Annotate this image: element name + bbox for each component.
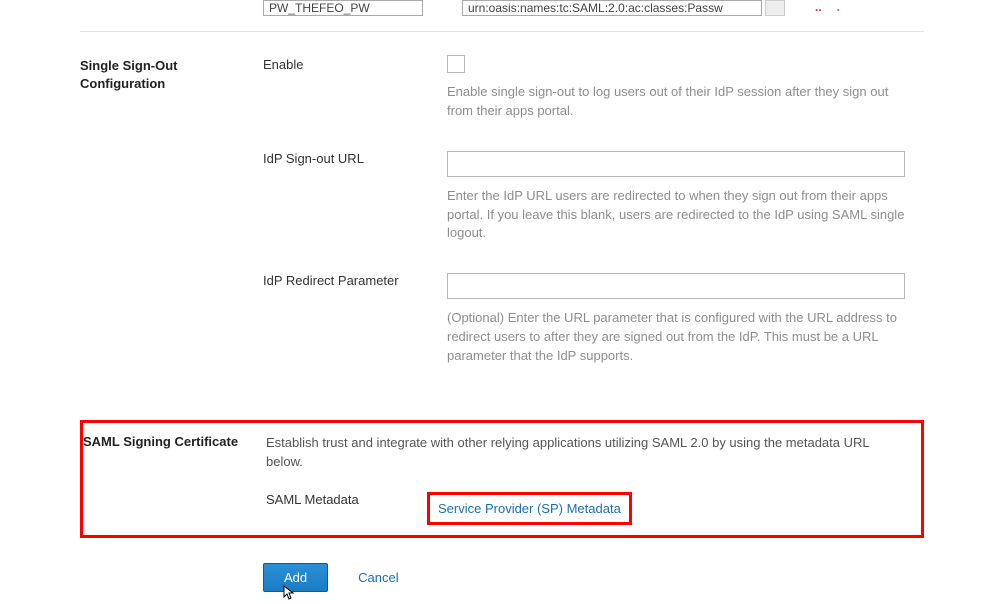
saml-cert-description: Establish trust and integrate with other… — [266, 433, 896, 472]
attribute-name-field[interactable]: PW_THEFEO_PW — [263, 0, 423, 16]
remove-row-icon[interactable]: .. — [815, 0, 822, 14]
idp-redirect-param-input[interactable] — [447, 273, 905, 299]
add-button[interactable]: Add — [263, 563, 328, 592]
add-row-icon[interactable]: . — [837, 0, 840, 14]
form-actions: Add Cancel — [263, 563, 924, 592]
section-title-saml-cert: SAML Signing Certificate — [83, 433, 266, 525]
enable-help-text: Enable single sign-out to log users out … — [447, 83, 907, 121]
idp-signout-url-input[interactable] — [447, 151, 905, 177]
idp-redirect-param-help: (Optional) Enter the URL parameter that … — [447, 309, 907, 366]
saml-metadata-label: SAML Metadata — [266, 492, 450, 507]
idp-redirect-param-label: IdP Redirect Parameter — [263, 273, 447, 288]
idp-signout-url-help: Enter the IdP URL users are redirected t… — [447, 187, 907, 244]
section-divider — [80, 31, 924, 32]
section-title-signout: Single Sign-Out Configuration — [80, 57, 263, 396]
attribute-value-field[interactable]: urn:oasis:names:tc:SAML:2.0:ac:classes:P… — [462, 0, 762, 16]
previous-row-partial: PW_THEFEO_PW urn:oasis:names:tc:SAML:2.0… — [80, 0, 924, 16]
enable-label: Enable — [263, 57, 447, 72]
enable-checkbox[interactable] — [447, 55, 465, 73]
saml-cert-highlight-box: SAML Signing Certificate Establish trust… — [80, 420, 924, 538]
dropdown-toggle-icon[interactable] — [765, 0, 785, 16]
sp-metadata-link[interactable]: Service Provider (SP) Metadata — [438, 501, 621, 516]
single-signout-section: Single Sign-Out Configuration Enable Ena… — [80, 57, 924, 396]
idp-signout-url-label: IdP Sign-out URL — [263, 151, 447, 166]
sp-metadata-highlight-box: Service Provider (SP) Metadata — [427, 492, 632, 525]
